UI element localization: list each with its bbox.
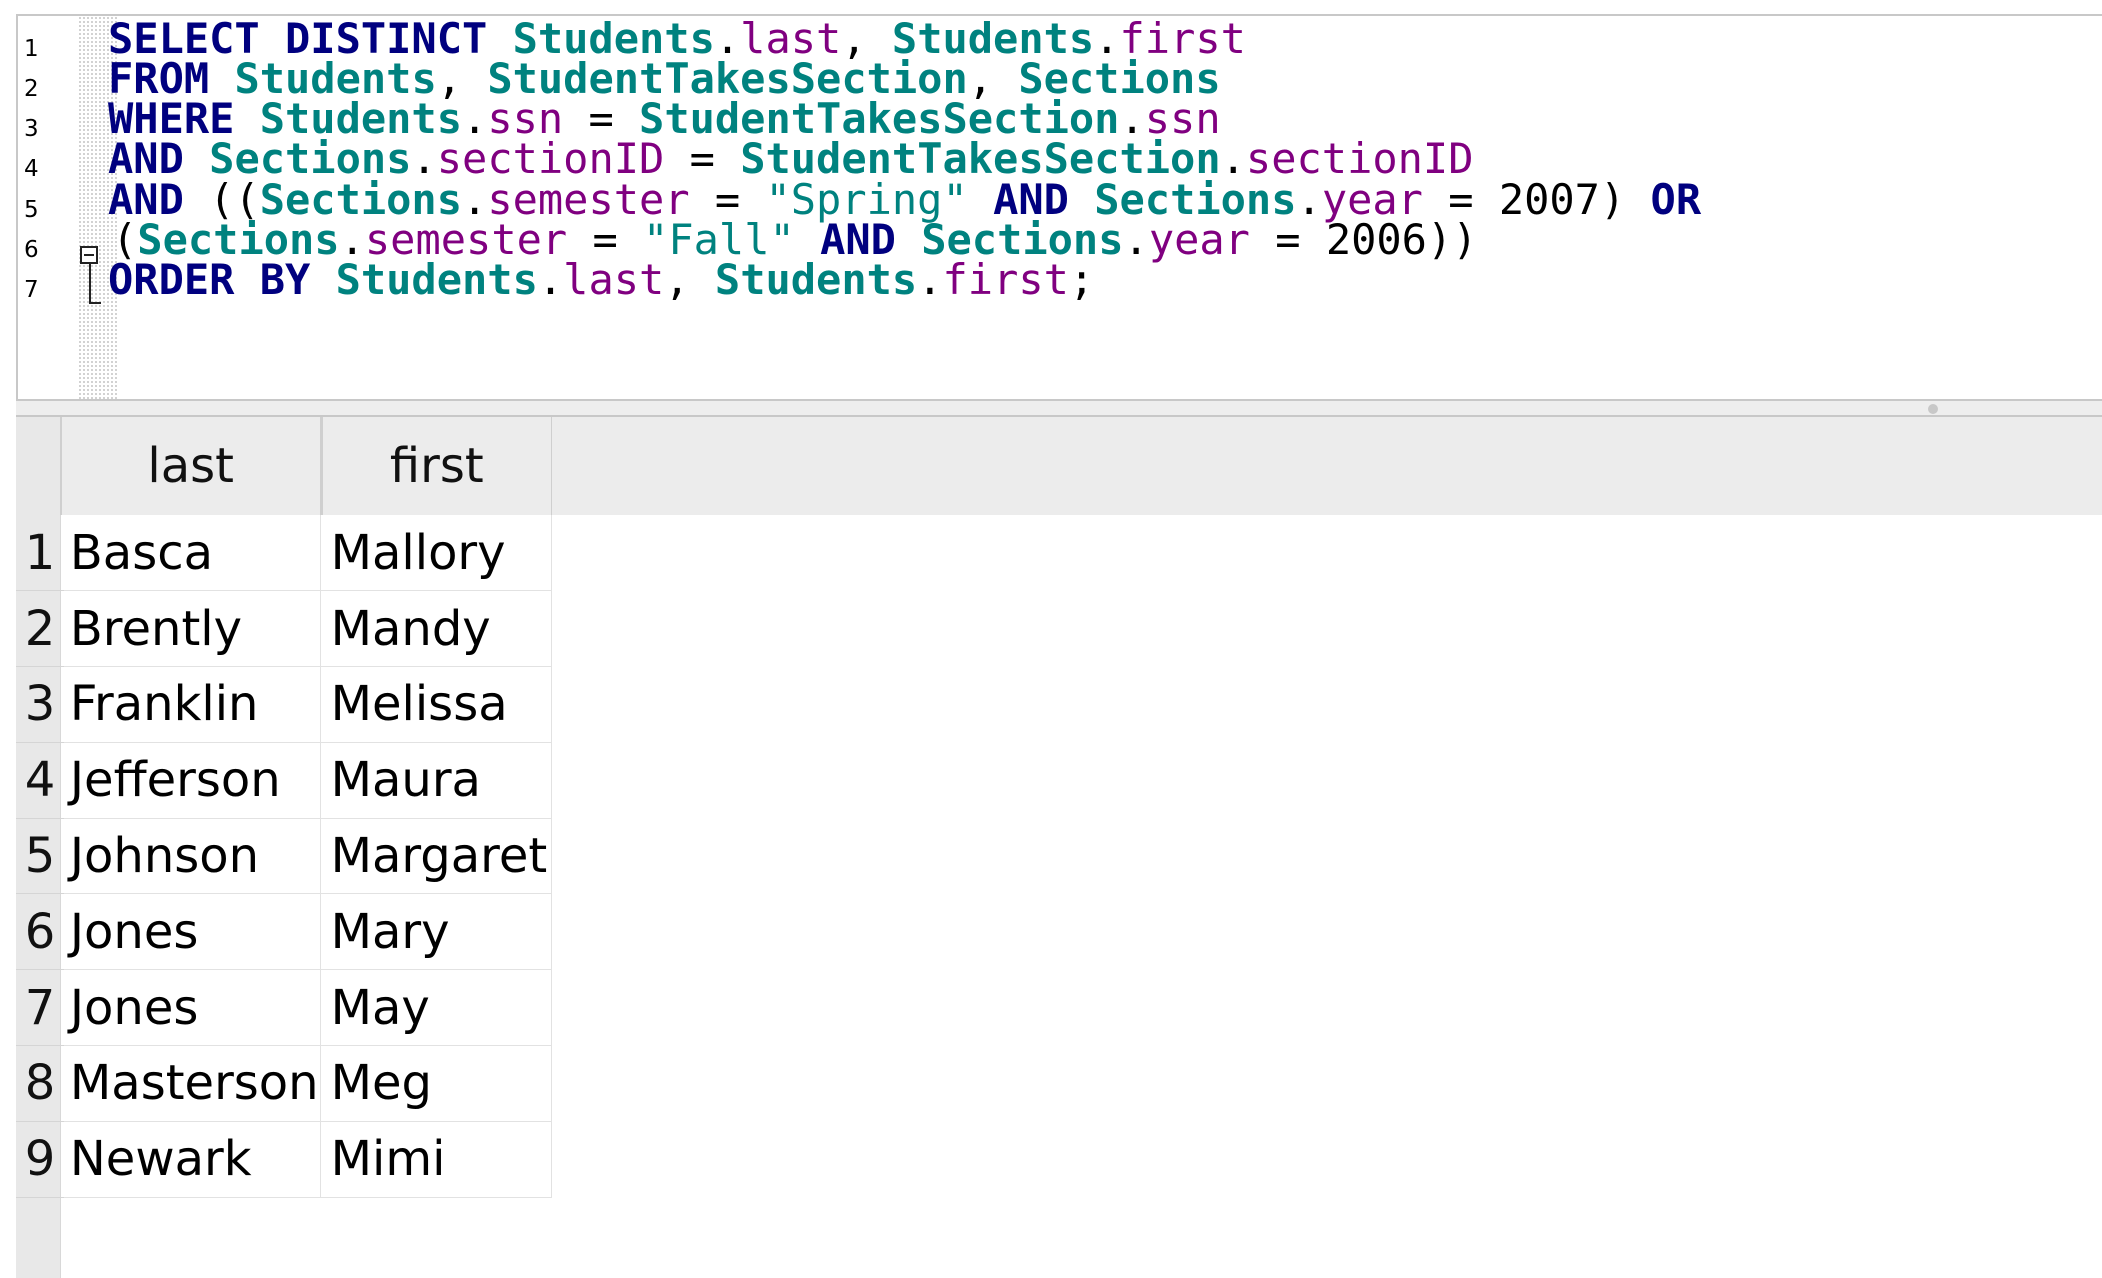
row-number[interactable]: 4 bbox=[16, 743, 64, 819]
fold-collapse-icon[interactable] bbox=[80, 246, 98, 264]
row-number[interactable]: 3 bbox=[16, 667, 64, 743]
cell-last[interactable]: Newark bbox=[59, 1121, 321, 1198]
column-header-first[interactable]: first bbox=[320, 417, 552, 516]
row-number[interactable]: 5 bbox=[16, 819, 64, 895]
cell-last[interactable]: Jefferson bbox=[59, 742, 321, 819]
cell-last[interactable]: Johnson bbox=[59, 818, 321, 895]
cell-first[interactable]: Mandy bbox=[320, 591, 552, 668]
cell-first[interactable]: Maura bbox=[320, 742, 552, 819]
cell-last[interactable]: Brently bbox=[59, 591, 321, 668]
code-token: ; bbox=[1068, 255, 1095, 304]
cell-last[interactable]: Basca bbox=[59, 515, 321, 592]
code-token: Students bbox=[714, 255, 918, 304]
code-token: ORDER BY bbox=[108, 255, 336, 304]
row-number[interactable]: 8 bbox=[16, 1046, 64, 1122]
line-number: 6 bbox=[24, 237, 39, 263]
code-token: last bbox=[563, 255, 665, 304]
pane-splitter[interactable] bbox=[16, 399, 2102, 417]
code-token: . bbox=[917, 255, 943, 304]
code-token: OR bbox=[1650, 175, 1702, 224]
cell-first[interactable]: Mimi bbox=[320, 1121, 552, 1198]
row-number[interactable]: 2 bbox=[16, 591, 64, 668]
cell-last[interactable]: Jones bbox=[59, 894, 321, 971]
results-grid[interactable]: last first Basca Mallory Brently Mandy Frank… bbox=[16, 417, 2102, 1278]
line-number: 7 bbox=[24, 277, 39, 303]
cell-first[interactable]: Mallory bbox=[320, 515, 552, 592]
cell-first[interactable]: Margaret bbox=[320, 818, 552, 895]
splitter-grip-icon[interactable] bbox=[1928, 404, 1938, 414]
line-number: 4 bbox=[24, 156, 39, 182]
code-token: first bbox=[942, 255, 1069, 304]
cell-last[interactable]: Masterson bbox=[59, 1046, 321, 1122]
cell-last[interactable]: Franklin bbox=[59, 667, 321, 743]
line-number: 3 bbox=[24, 116, 39, 142]
line-number: 2 bbox=[24, 76, 39, 102]
code-token: , bbox=[664, 255, 715, 304]
line-number: 1 bbox=[24, 36, 39, 62]
fold-bracket-line bbox=[89, 264, 101, 304]
cell-first[interactable]: Melissa bbox=[320, 667, 552, 743]
row-number[interactable]: 6 bbox=[16, 894, 64, 971]
code-token: Students bbox=[335, 255, 538, 304]
line-number: 5 bbox=[24, 197, 39, 223]
row-number[interactable]: 9 bbox=[16, 1122, 64, 1198]
code-token: = 2006)) bbox=[1249, 215, 1478, 264]
sql-editor[interactable]: 1234567 SELECT DISTINCT Students.last, S… bbox=[16, 14, 2102, 399]
code-token: . bbox=[1123, 215, 1149, 264]
code-token: . bbox=[537, 255, 564, 304]
column-header-last[interactable]: last bbox=[59, 417, 321, 516]
row-number[interactable]: 1 bbox=[16, 515, 64, 592]
cell-first[interactable]: Meg bbox=[320, 1046, 552, 1122]
cell-first[interactable]: May bbox=[320, 970, 552, 1047]
code-line[interactable]: ORDER BY Students.last, Students.first; bbox=[108, 253, 1094, 307]
cell-last[interactable]: Jones bbox=[59, 970, 321, 1047]
cell-first[interactable]: Mary bbox=[320, 894, 552, 971]
row-number[interactable]: 7 bbox=[16, 970, 64, 1047]
code-token: year bbox=[1148, 215, 1250, 264]
